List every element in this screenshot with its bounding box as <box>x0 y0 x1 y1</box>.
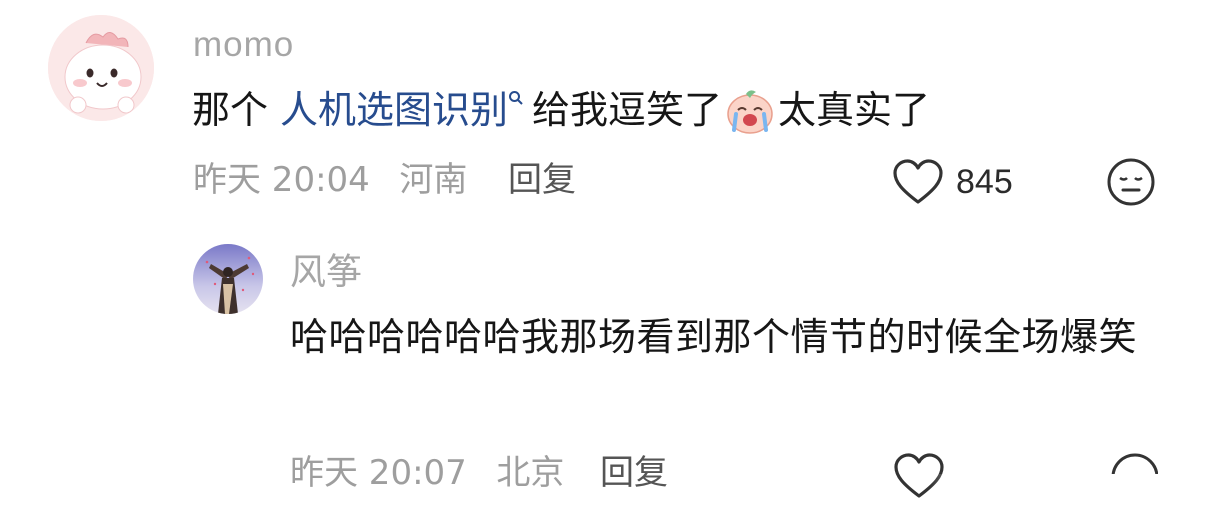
comment-meta: 昨天 20:04 河南 <box>193 158 467 202</box>
like-count: 845 <box>956 163 1013 201</box>
crying-laughing-peach-emoji <box>724 84 776 136</box>
reply-username[interactable]: 风筝 <box>290 250 362 296</box>
fade-overlay <box>930 474 1206 511</box>
reply-meta: 昨天 20:07 北京 <box>290 451 564 495</box>
comment-text: 那个 人机选图识别 给我逗笑了 太真实了 <box>192 84 930 136</box>
avatar-image <box>48 15 154 121</box>
reply-time: 昨天 20:07 <box>290 453 467 493</box>
emoji-react-icon[interactable] <box>1106 157 1156 207</box>
reply-text: 哈哈哈哈哈哈我那场看到那个情节的时候全场爆笑 <box>290 315 1138 359</box>
comment-time: 昨天 20:04 <box>193 160 370 200</box>
reply-avatar-image <box>193 244 263 314</box>
reply-reply-button[interactable]: 回复 <box>600 451 668 495</box>
search-link[interactable]: 人机选图识别 <box>280 84 508 136</box>
reply-button[interactable]: 回复 <box>508 158 576 202</box>
heart-icon[interactable] <box>892 158 944 206</box>
comment-text-mid: 给我逗笑了 <box>532 88 723 132</box>
comment-text-prefix: 那个 <box>192 88 269 132</box>
comment-username[interactable]: momo <box>193 22 294 68</box>
avatar[interactable] <box>48 15 154 121</box>
comment-text-suffix: 太真实了 <box>778 88 931 132</box>
reply-avatar[interactable] <box>193 244 263 314</box>
comment-location: 河南 <box>399 160 468 200</box>
reply-location: 北京 <box>496 453 565 493</box>
search-icon[interactable] <box>508 72 524 124</box>
